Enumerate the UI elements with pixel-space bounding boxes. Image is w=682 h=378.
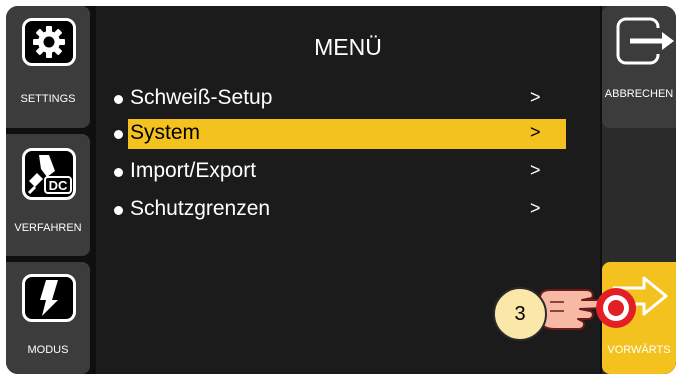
- verfahren-icon-box: DC: [22, 148, 76, 200]
- welding-torch-dc-icon: DC: [27, 155, 72, 195]
- verfahren-label: VERFAHREN: [14, 222, 82, 234]
- bullet: [114, 206, 123, 215]
- exit-arrow-icon: [616, 17, 674, 65]
- tap-hand-icon: [539, 288, 636, 330]
- modus-label: MODUS: [27, 344, 69, 356]
- bullet: [114, 130, 123, 139]
- chevron-right-icon: >: [530, 122, 541, 142]
- abbrechen-label: ABBRECHEN: [604, 88, 674, 100]
- bullet: [114, 95, 123, 104]
- menu-item-schutzgrenzen[interactable]: Schutzgrenzen >: [108, 195, 568, 225]
- bullet: [114, 168, 123, 177]
- menu-item-label: System: [130, 121, 201, 144]
- menu-item-schweiss-setup[interactable]: Schweiß-Setup >: [108, 84, 568, 114]
- abbrechen-button[interactable]: ABBRECHEN: [602, 6, 676, 128]
- torch-mode-icon: [40, 280, 58, 316]
- menu-item-import-export[interactable]: Import/Export >: [108, 157, 568, 187]
- chevron-right-icon: >: [530, 87, 541, 107]
- settings-button[interactable]: SETTINGS: [6, 6, 90, 128]
- menu-item-label: Schutzgrenzen: [130, 197, 271, 220]
- step-number-badge: 3: [493, 287, 547, 341]
- verfahren-button[interactable]: DC VERFAHREN: [6, 134, 90, 256]
- gear-icon-box: [22, 18, 76, 66]
- chevron-right-icon: >: [530, 198, 541, 218]
- modus-button[interactable]: MODUS: [6, 262, 90, 374]
- menu-item-system[interactable]: System >: [108, 119, 568, 149]
- modus-icon-box: [22, 274, 76, 322]
- dc-badge: DC: [49, 178, 68, 193]
- vorwaerts-label: VORWÄRTS: [607, 344, 671, 356]
- screen-frame: SETTINGS DC VERFAHREN MODUS MENÜ Schweiß…: [6, 6, 676, 374]
- menu-title: MENÜ: [314, 34, 382, 60]
- menu-item-label: Import/Export: [130, 159, 257, 182]
- settings-label: SETTINGS: [20, 93, 76, 105]
- menu-item-label: Schweiß-Setup: [130, 86, 273, 109]
- chevron-right-icon: >: [530, 160, 541, 180]
- gear-icon: [33, 26, 65, 58]
